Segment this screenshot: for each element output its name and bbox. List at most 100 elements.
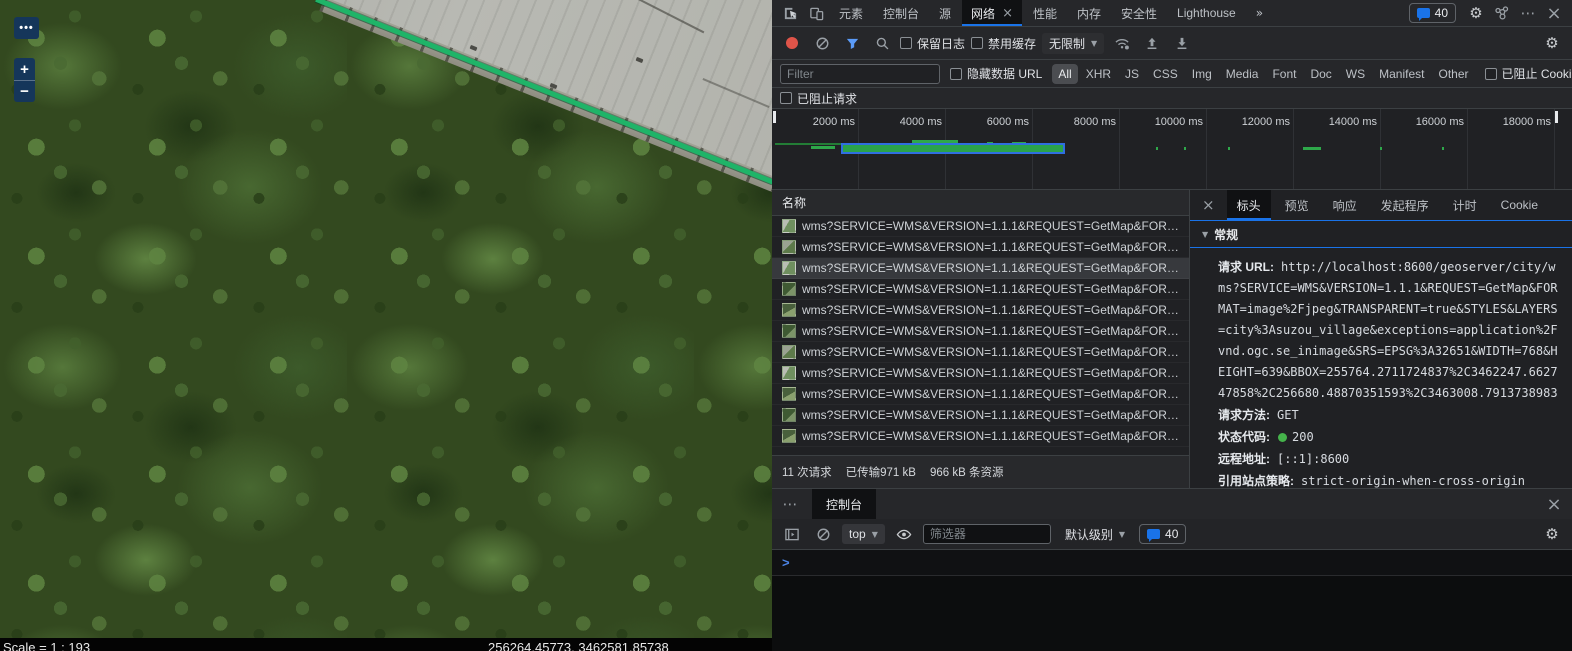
console-settings-gear-icon[interactable]: ⚙ bbox=[1540, 523, 1564, 545]
general-section-label: 常规 bbox=[1214, 227, 1239, 242]
filter-type-img[interactable]: Img bbox=[1186, 64, 1218, 84]
tab-timing[interactable]: 计时 bbox=[1443, 190, 1487, 220]
tab-preview[interactable]: 预览 bbox=[1275, 190, 1319, 220]
filter-type-media[interactable]: Media bbox=[1220, 64, 1265, 84]
export-har-icon[interactable] bbox=[1170, 32, 1194, 54]
tab-elements[interactable]: 元素 bbox=[830, 0, 872, 26]
console-sidebar-toggle-icon[interactable] bbox=[780, 523, 804, 545]
general-section-header[interactable]: ▼ 常规 bbox=[1190, 221, 1572, 248]
more-tabs-chevron[interactable]: » bbox=[1247, 0, 1272, 26]
filter-type-font[interactable]: Font bbox=[1266, 64, 1302, 84]
drawer-tab-console[interactable]: 控制台 bbox=[812, 489, 877, 519]
network-settings-gear-icon[interactable]: ⚙ bbox=[1540, 32, 1564, 54]
preserve-log-checkbox[interactable]: 保留日志 bbox=[900, 35, 965, 52]
general-fields: 请求 URL: http://localhost:8600/geoserver/c… bbox=[1190, 248, 1572, 488]
tab-cookies[interactable]: Cookie bbox=[1491, 190, 1548, 220]
filter-type-ws[interactable]: WS bbox=[1340, 64, 1371, 84]
filter-type-doc[interactable]: Doc bbox=[1304, 64, 1337, 84]
hide-data-urls-checkbox[interactable]: 隐藏数据 URL bbox=[950, 65, 1042, 82]
timeline-ruler: 2000 ms 4000 ms 6000 ms 8000 ms 10000 ms… bbox=[772, 109, 1572, 135]
tab-console[interactable]: 控制台 bbox=[874, 0, 928, 26]
import-har-icon[interactable] bbox=[1140, 32, 1164, 54]
network-timeline-overview[interactable]: 2000 ms 4000 ms 6000 ms 8000 ms 10000 ms… bbox=[772, 109, 1572, 190]
blocked-requests-checkbox[interactable]: 已阻止请求 bbox=[780, 90, 857, 107]
request-row[interactable]: wms?SERVICE=WMS&VERSION=1.1.1&REQUEST=Ge… bbox=[772, 321, 1189, 342]
more-options-icon[interactable]: ⋯ bbox=[1516, 2, 1540, 24]
drawer-more-tabs-icon[interactable]: ⋯ bbox=[778, 493, 802, 515]
request-name: wms?SERVICE=WMS&VERSION=1.1.1&REQUEST=Ge… bbox=[802, 345, 1179, 359]
tab-headers[interactable]: 标头 bbox=[1226, 190, 1271, 220]
settings-gear-icon[interactable]: ⚙ bbox=[1464, 2, 1488, 24]
clear-console-icon[interactable] bbox=[811, 523, 835, 545]
network-conditions-icon[interactable] bbox=[1110, 32, 1134, 54]
request-row[interactable]: wms?SERVICE=WMS&VERSION=1.1.1&REQUEST=Ge… bbox=[772, 363, 1189, 384]
clear-network-log-icon[interactable] bbox=[810, 32, 834, 54]
request-row[interactable]: wms?SERVICE=WMS&VERSION=1.1.1&REQUEST=Ge… bbox=[772, 216, 1189, 237]
name-column-header[interactable]: 名称 bbox=[772, 190, 1189, 216]
throttling-dropdown[interactable]: 无限制 ▼ bbox=[1042, 32, 1105, 54]
issues-counter-button[interactable]: 40 bbox=[1408, 3, 1456, 23]
tab-network[interactable]: 网络 × bbox=[962, 0, 1022, 26]
request-row-selected[interactable]: wms?SERVICE=WMS&VERSION=1.1.1&REQUEST=Ge… bbox=[772, 258, 1189, 279]
map-canvas[interactable]: ••• + − Scale = 1 : 193 256264.45773, 34… bbox=[0, 0, 772, 651]
tab-initiator[interactable]: 发起程序 bbox=[1371, 190, 1439, 220]
tab-security[interactable]: 安全性 bbox=[1112, 0, 1166, 26]
inspect-element-icon[interactable] bbox=[778, 2, 802, 24]
filter-type-js[interactable]: JS bbox=[1119, 64, 1145, 84]
console-prompt-row[interactable]: > bbox=[772, 550, 1572, 576]
tab-sources[interactable]: 源 bbox=[930, 0, 960, 26]
close-tab-icon[interactable]: × bbox=[1002, 6, 1013, 21]
overview-window-handle[interactable] bbox=[1555, 111, 1558, 123]
close-devtools-icon[interactable]: × bbox=[1542, 2, 1566, 24]
tab-memory[interactable]: 内存 bbox=[1068, 0, 1110, 26]
filter-type-xhr[interactable]: XHR bbox=[1080, 64, 1117, 84]
request-row[interactable]: wms?SERVICE=WMS&VERSION=1.1.1&REQUEST=Ge… bbox=[772, 342, 1189, 363]
request-row[interactable]: wms?SERVICE=WMS&VERSION=1.1.1&REQUEST=Ge… bbox=[772, 384, 1189, 405]
blocked-cookies-checkbox[interactable]: 已阻止 Cookie bbox=[1484, 65, 1572, 82]
record-network-log-button[interactable] bbox=[786, 37, 798, 49]
field-label: 引用站点策略: bbox=[1218, 474, 1294, 488]
request-row[interactable]: wms?SERVICE=WMS&VERSION=1.1.1&REQUEST=Ge… bbox=[772, 300, 1189, 321]
filter-funnel-icon[interactable] bbox=[840, 32, 864, 54]
timeline-bar bbox=[1184, 147, 1186, 150]
remote-address-field: 远程地址: [::1]:8600 bbox=[1218, 449, 1558, 470]
tab-lighthouse[interactable]: Lighthouse bbox=[1168, 0, 1245, 26]
console-context-selector[interactable]: top ▼ bbox=[842, 524, 885, 544]
map-menu-button[interactable]: ••• bbox=[14, 17, 39, 39]
close-drawer-icon[interactable]: × bbox=[1542, 493, 1566, 515]
timeline-bar bbox=[1156, 147, 1158, 150]
zoom-in-button[interactable]: + bbox=[14, 58, 35, 80]
timeline-bar bbox=[1380, 147, 1382, 150]
request-row[interactable]: wms?SERVICE=WMS&VERSION=1.1.1&REQUEST=Ge… bbox=[772, 405, 1189, 426]
console-issues-button[interactable]: 40 bbox=[1139, 524, 1187, 544]
zoom-out-button[interactable]: − bbox=[14, 80, 35, 102]
console-filter-input[interactable] bbox=[922, 524, 1051, 544]
field-value: GET bbox=[1277, 408, 1299, 422]
log-level-dropdown[interactable]: 默认级别 ▼ bbox=[1058, 524, 1132, 545]
tab-performance[interactable]: 性能 bbox=[1024, 0, 1066, 26]
filter-type-manifest[interactable]: Manifest bbox=[1373, 64, 1430, 84]
device-toolbar-icon[interactable] bbox=[804, 2, 828, 24]
disable-cache-checkbox[interactable]: 禁用缓存 bbox=[971, 35, 1036, 52]
graph-nodes-icon[interactable] bbox=[1490, 2, 1514, 24]
throttling-value: 无限制 bbox=[1049, 36, 1086, 51]
request-row[interactable]: wms?SERVICE=WMS&VERSION=1.1.1&REQUEST=Ge… bbox=[772, 426, 1189, 447]
close-details-icon[interactable]: × bbox=[1194, 196, 1223, 214]
request-name: wms?SERVICE=WMS&VERSION=1.1.1&REQUEST=Ge… bbox=[802, 408, 1179, 422]
context-value: top bbox=[849, 527, 866, 541]
filter-type-other[interactable]: Other bbox=[1433, 64, 1475, 84]
timeline-selection-window[interactable] bbox=[841, 143, 1065, 154]
request-row[interactable]: wms?SERVICE=WMS&VERSION=1.1.1&REQUEST=Ge… bbox=[772, 237, 1189, 258]
search-icon[interactable] bbox=[870, 32, 894, 54]
filter-type-css[interactable]: CSS bbox=[1147, 64, 1184, 84]
overview-window-handle[interactable] bbox=[773, 111, 776, 123]
tab-response[interactable]: 响应 bbox=[1323, 190, 1367, 220]
network-filter-input[interactable] bbox=[780, 63, 940, 84]
console-output-area[interactable] bbox=[772, 576, 1572, 651]
live-expression-eye-icon[interactable] bbox=[892, 523, 916, 545]
filter-type-all[interactable]: All bbox=[1052, 63, 1078, 84]
request-row[interactable]: wms?SERVICE=WMS&VERSION=1.1.1&REQUEST=Ge… bbox=[772, 279, 1189, 300]
referrer-policy-field: 引用站点策略: strict-origin-when-cross-origin bbox=[1218, 471, 1558, 488]
hide-data-urls-label: 隐藏数据 URL bbox=[967, 67, 1043, 81]
map-status-bar: Scale = 1 : 193 256264.45773, 3462581.85… bbox=[0, 638, 772, 651]
